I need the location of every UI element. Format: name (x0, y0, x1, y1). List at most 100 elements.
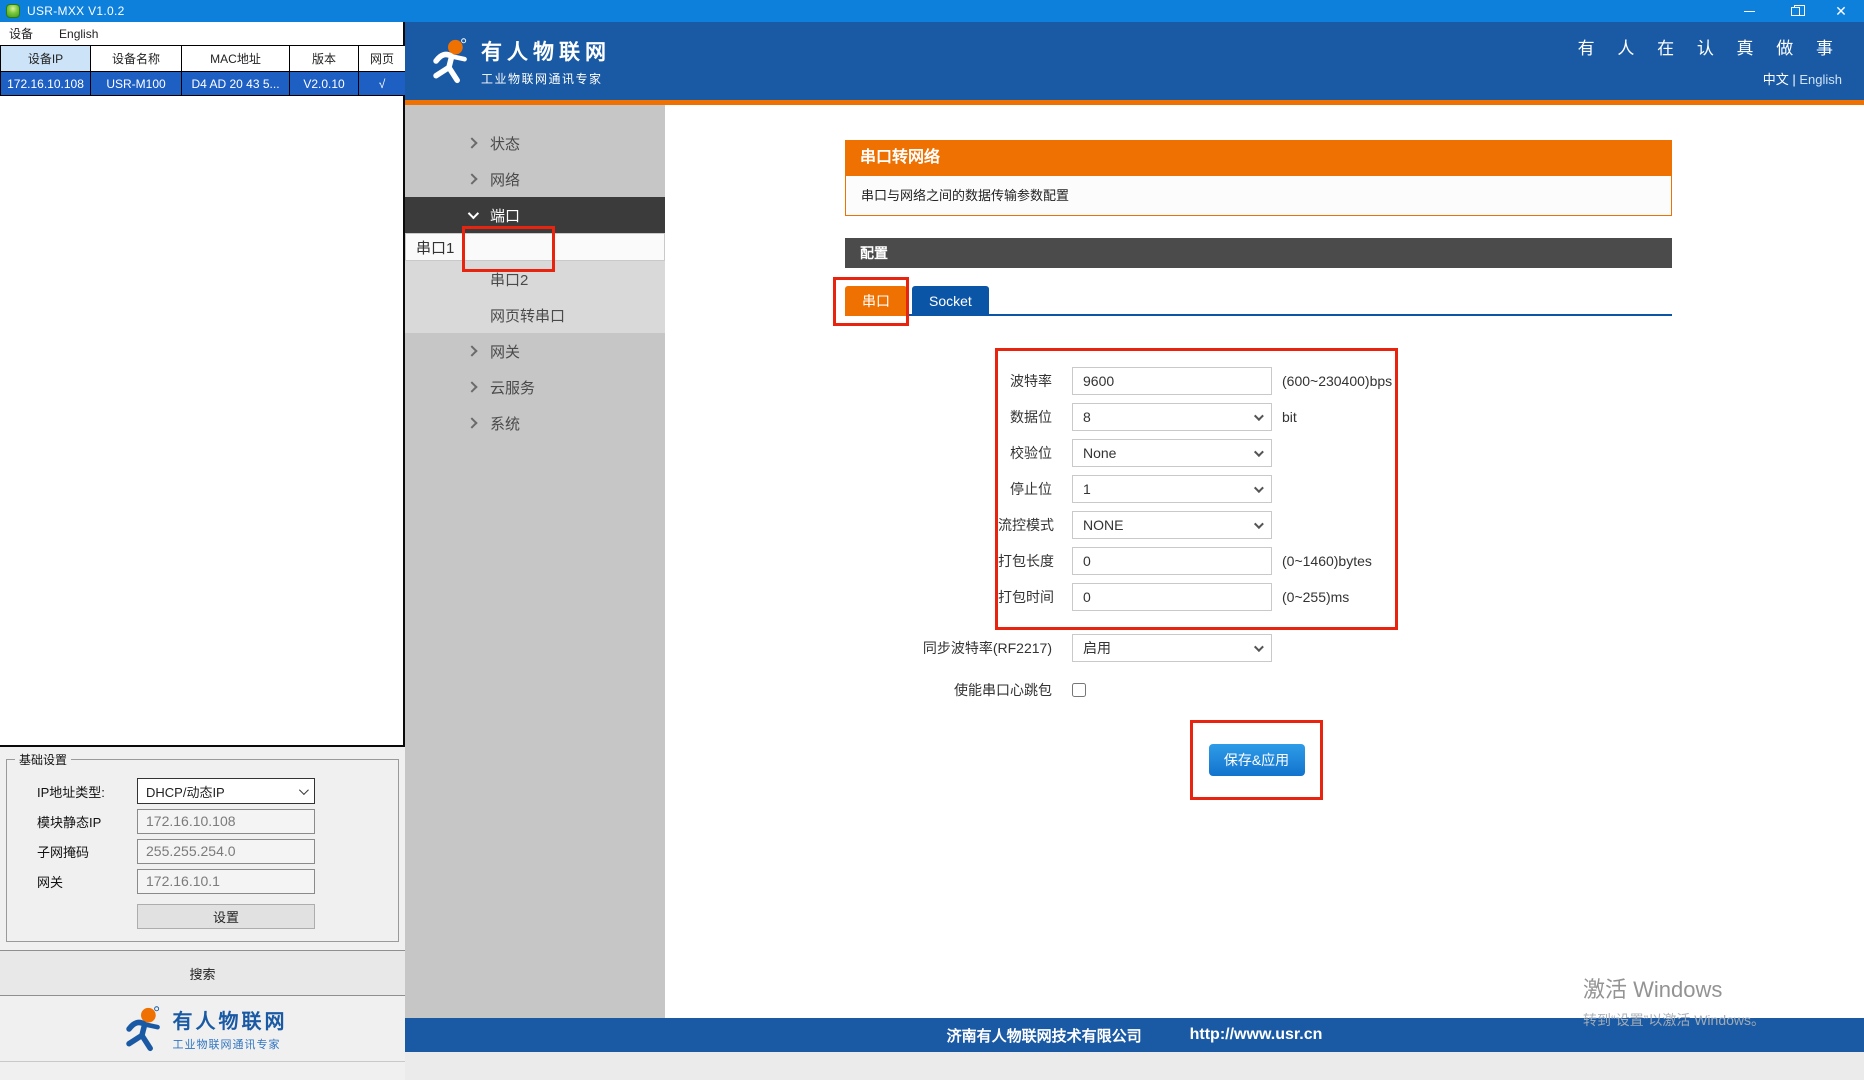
subnet-field (137, 839, 315, 864)
ip-type-select[interactable]: DHCP/动态IP (137, 778, 315, 804)
sidebar-item-port[interactable]: 端口 (405, 197, 665, 233)
subnet-row: 子网掩码 (15, 838, 390, 864)
flow-control-select[interactable]: NONE (1072, 511, 1272, 539)
stop-bits-label: 停止位 (998, 479, 1052, 499)
save-apply-button[interactable]: 保存&应用 (1209, 744, 1305, 776)
data-bits-select[interactable]: 8 (1072, 403, 1272, 431)
pack-time-label: 打包时间 (998, 587, 1052, 607)
baud-rate-input[interactable] (1072, 367, 1272, 395)
annotation-box-save: 保存&应用 (1190, 720, 1323, 800)
lang-divider: | (1792, 72, 1795, 87)
basic-settings-group: 基础设置 IP地址类型: DHCP/动态IP 模块静态IP 子网掩码 网关 设 (6, 751, 399, 942)
stop-bits-value: 1 (1083, 481, 1091, 497)
data-bits-row: 数据位 8 bit (998, 403, 1395, 431)
data-bits-value: 8 (1083, 409, 1091, 425)
window-titlebar: USR-MXX V1.0.2 ✕ (0, 0, 1864, 22)
pack-time-hint: (0~255)ms (1282, 589, 1349, 605)
sidebar-item-status[interactable]: 状态 (405, 125, 665, 161)
close-icon: ✕ (1835, 4, 1847, 18)
footer-url-link[interactable]: http://www.usr.cn (1190, 1026, 1323, 1044)
heartbeat-label: 使能串口心跳包 (845, 680, 1052, 700)
device-manager-panel: 设备 English 设备IP 设备名称 MAC地址 版本 网页 172.16.… (0, 22, 405, 1080)
sidebar-item-label: 网关 (490, 341, 520, 362)
chevron-down-icon (1254, 411, 1264, 421)
sidebar-item-label: 状态 (490, 133, 520, 154)
col-header-device-ip: 设备IP (1, 46, 91, 72)
menu-english[interactable]: English (59, 27, 98, 41)
device-row-selected[interactable]: 172.16.10.108 USR-M100 D4 AD 20 43 5... … (1, 72, 406, 96)
left-bottom-strip (0, 1062, 405, 1080)
rf2217-select[interactable]: 启用 (1072, 634, 1272, 662)
brand-name: 有人物联网 (481, 36, 611, 66)
chevron-right-icon (466, 381, 477, 392)
basic-settings-legend: 基础设置 (15, 751, 71, 768)
cell-web-check[interactable]: √ (359, 72, 406, 96)
tab-socket[interactable]: Socket (912, 286, 989, 316)
app-menubar: 设备 English (0, 22, 405, 45)
baud-rate-row: 波特率 (600~230400)bps (998, 367, 1395, 395)
tab-bar: 串口 Socket (845, 286, 1672, 316)
web-header: 有人物联网 工业物联网通讯专家 有 人 在 认 真 做 事 中文 | Engli… (405, 22, 1864, 105)
annotation-box-serial-params: 波特率 (600~230400)bps 数据位 8 bit (995, 348, 1398, 630)
set-button[interactable]: 设置 (137, 904, 315, 929)
basic-settings-panel: 基础设置 IP地址类型: DHCP/动态IP 模块静态IP 子网掩码 网关 设 (0, 745, 405, 1080)
cell-device-name[interactable]: USR-M100 (91, 72, 182, 96)
sidebar-item-label: 网页转串口 (490, 305, 565, 326)
col-header-mac: MAC地址 (182, 46, 290, 72)
sidebar-item-label: 云服务 (490, 377, 535, 398)
restore-button[interactable] (1772, 0, 1818, 22)
close-button[interactable]: ✕ (1818, 0, 1864, 22)
static-ip-label: 模块静态IP (15, 812, 137, 831)
brand-name: 有人物联网 (173, 1005, 288, 1034)
col-header-device-name: 设备名称 (91, 46, 182, 72)
heartbeat-checkbox[interactable] (1072, 683, 1086, 697)
pack-time-input[interactable] (1072, 583, 1272, 611)
web-header-right: 有 人 在 认 真 做 事 中文 | English (1578, 34, 1842, 88)
brand-motto: 有 人 在 认 真 做 事 (1578, 34, 1842, 59)
sidebar-item-label: 网络 (490, 169, 520, 190)
sidebar-item-network[interactable]: 网络 (405, 161, 665, 197)
device-list-empty-area (0, 96, 405, 745)
col-header-version: 版本 (290, 46, 359, 72)
sidebar-item-cloud[interactable]: 云服务 (405, 369, 665, 405)
search-button[interactable]: 搜索 (0, 950, 405, 996)
sidebar-item-web-to-serial[interactable]: 网页转串口 (405, 297, 665, 333)
lang-zh-link[interactable]: 中文 (1763, 72, 1789, 87)
parity-select[interactable]: None (1072, 439, 1272, 467)
lang-en-link[interactable]: English (1799, 72, 1842, 87)
pack-length-label: 打包长度 (998, 551, 1052, 571)
cell-version[interactable]: V2.0.10 (290, 72, 359, 96)
cell-mac[interactable]: D4 AD 20 43 5... (182, 72, 290, 96)
usr-runner-icon (425, 38, 471, 84)
tab-serial[interactable]: 串口 (845, 286, 907, 316)
sidebar-item-uart1[interactable]: 串口1 (405, 233, 665, 261)
brand-slogan: 工业物联网通讯专家 (173, 1036, 288, 1052)
baud-rate-hint: (600~230400)bps (1282, 373, 1392, 389)
web-body: 状态 网络 端口 串口1 串口2 网页转串口 网关 (405, 105, 1864, 1018)
web-config-page: 有人物联网 工业物联网通讯专家 有 人 在 认 真 做 事 中文 | Engli… (405, 22, 1864, 1080)
pack-time-row: 打包时间 (0~255)ms (998, 583, 1395, 611)
pack-length-input[interactable] (1072, 547, 1272, 575)
web-footer: 济南有人物联网技术有限公司 http://www.usr.cn (405, 1018, 1864, 1052)
stop-bits-select[interactable]: 1 (1072, 475, 1272, 503)
menu-device[interactable]: 设备 (9, 25, 33, 42)
ip-type-label: IP地址类型: (15, 782, 137, 801)
sidebar-item-label: 系统 (490, 413, 520, 434)
usr-runner-icon (118, 1006, 164, 1052)
static-ip-field (137, 809, 315, 834)
chevron-down-icon (1254, 447, 1264, 457)
chevron-right-icon (466, 137, 477, 148)
sidebar-item-uart2[interactable]: 串口2 (405, 261, 665, 297)
flow-control-value: NONE (1083, 517, 1123, 533)
usr-logo-footer: 有人物联网 工业物联网通讯专家 (0, 996, 405, 1062)
chevron-right-icon (466, 173, 477, 184)
chevron-down-icon (1254, 483, 1264, 493)
sidebar-item-system[interactable]: 系统 (405, 405, 665, 441)
section-title: 配置 (845, 238, 1672, 268)
parity-value: None (1083, 445, 1116, 461)
minimize-button[interactable] (1726, 0, 1772, 22)
cell-device-ip[interactable]: 172.16.10.108 (1, 72, 91, 96)
sidebar-item-gateway[interactable]: 网关 (405, 333, 665, 369)
window-title: USR-MXX V1.0.2 (27, 4, 125, 18)
col-header-web: 网页 (359, 46, 406, 72)
